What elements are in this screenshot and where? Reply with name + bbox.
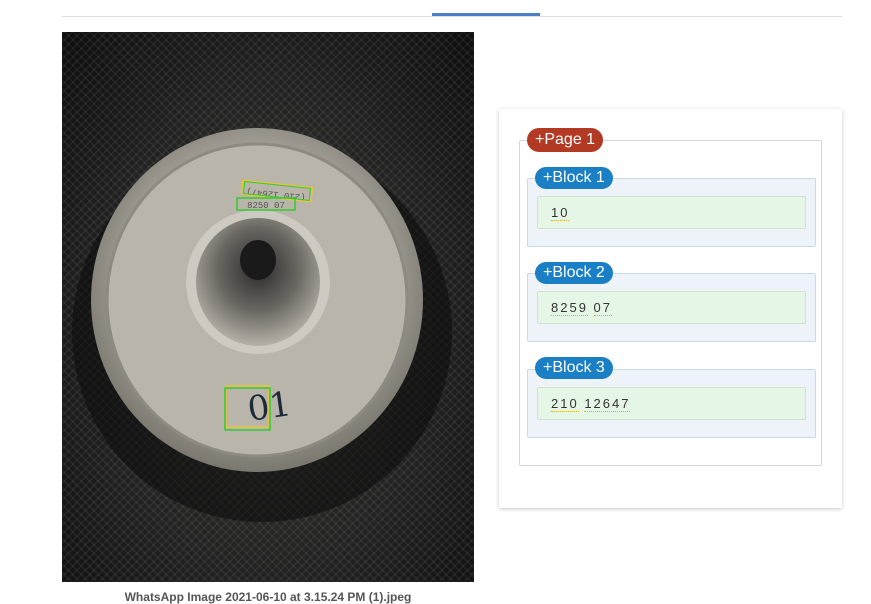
tab-bar-divider	[62, 16, 842, 17]
pipe-bore-core	[240, 240, 276, 280]
pipe-bore	[196, 218, 320, 346]
block-1-label[interactable]: +Block 1	[535, 167, 613, 189]
block-2-text[interactable]: 8259 07	[537, 291, 806, 324]
word[interactable]: 10	[551, 205, 570, 221]
block-2-label[interactable]: +Block 2	[535, 262, 613, 284]
word[interactable]: 8259	[551, 300, 588, 316]
word[interactable]: 210	[551, 396, 579, 412]
block-3-label[interactable]: +Block 3	[535, 357, 613, 379]
word[interactable]: 12647	[584, 396, 631, 412]
ocr-results-panel: +Page 1 10 +Block 1 8259 07 +Block 2 210…	[499, 109, 842, 508]
active-tab-indicator	[432, 13, 540, 16]
block-3-text[interactable]: 210 12647	[537, 387, 806, 420]
pipe-photo-illustration: (210 12647) 8250 07 01	[72, 128, 452, 522]
ocr-source-image[interactable]: (210 12647) 8250 07 01	[62, 32, 474, 582]
page-1-label[interactable]: +Page 1	[527, 128, 604, 152]
block-1-text[interactable]: 10	[537, 196, 806, 229]
block-3: 210 12647	[527, 369, 816, 438]
word[interactable]: 07	[593, 300, 613, 316]
